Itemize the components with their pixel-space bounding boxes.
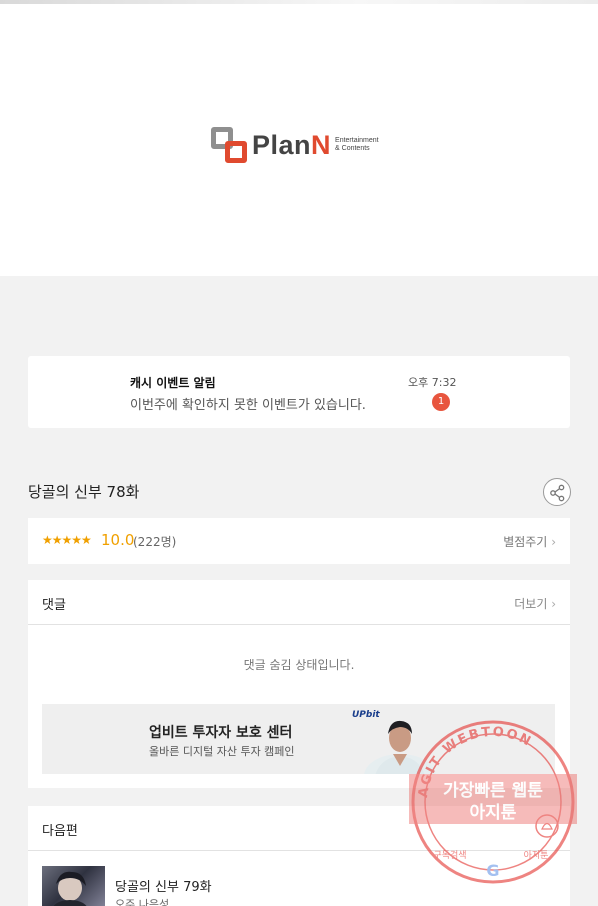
next-episode-name: 당골의 신부 79화 (115, 880, 212, 895)
notification-time: 오후 7:32 (408, 376, 457, 389)
next-episode-title: 다음편 (42, 824, 78, 839)
share-button[interactable] (543, 478, 571, 506)
rating-score: 10.0 (101, 531, 135, 549)
comments-header: 댓글 더보기 › (28, 580, 570, 625)
notification-title: 캐시 이벤트 알림 (130, 376, 216, 390)
ad-title: 업비트 투자자 보호 센터 (149, 725, 293, 741)
ad-subtitle: 올바른 디지털 자산 투자 캠페인 (149, 745, 295, 758)
rate-button[interactable]: 별점주기 › (503, 533, 556, 550)
rating-count: (222명) (133, 535, 177, 549)
next-episode-author: 오주,나은성 (115, 898, 170, 906)
share-icon (550, 484, 565, 502)
rating-bar: ★★★★★ 10.0 (222명) 별점주기 › (28, 518, 570, 564)
notification-text: 이번주에 확인하지 못한 이벤트가 있습니다. (130, 398, 366, 413)
next-episode-thumbnail (42, 866, 105, 906)
logo-subtitle: Entertainment & Contents (335, 137, 379, 152)
watermark-bottom-right: 아지툰 (524, 850, 549, 861)
plann-logo-mark-icon (211, 127, 249, 163)
agit-webtoon-watermark: AGIT WEBTOON 가장빠른 웹툰 아지툰 구독검색 G 아지툰 (409, 720, 577, 884)
chevron-right-icon: › (551, 597, 556, 611)
comments-title: 댓글 (42, 598, 66, 613)
watermark-line2: 아지툰 (470, 803, 517, 823)
cash-event-notification[interactable]: 캐시 이벤트 알림 이번주에 확인하지 못한 이벤트가 있습니다. 오후 7:3… (28, 356, 570, 428)
episode-title: 당골의 신부 78화 (28, 483, 140, 501)
notification-count-badge: 1 (432, 393, 450, 411)
publisher-banner: PlanN Entertainment & Contents (0, 4, 598, 276)
svg-text:G: G (486, 861, 499, 880)
watermark-line1: 가장빠른 웹툰 (443, 781, 543, 801)
comments-hidden-message: 댓글 숨김 상태입니다. (243, 658, 355, 672)
logo-wordmark: PlanN (252, 129, 332, 160)
plann-logo: PlanN Entertainment & Contents (211, 125, 379, 165)
chevron-right-icon: › (551, 535, 556, 549)
watermark-bottom-left: 구독검색 (433, 849, 466, 861)
star-rating-icon: ★★★★★ (42, 533, 92, 547)
comments-more-button[interactable]: 더보기 › (514, 595, 556, 612)
